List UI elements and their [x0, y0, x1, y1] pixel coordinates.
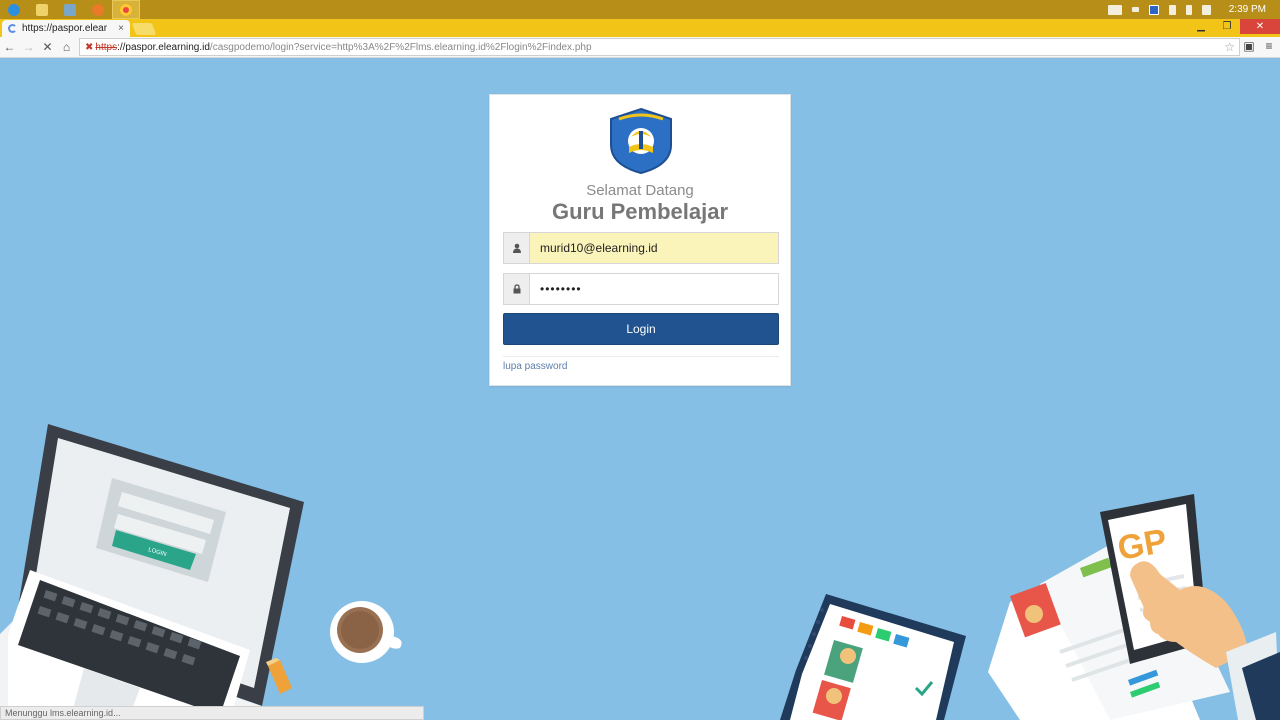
tab-strip: https://paspor.elear × — [0, 19, 1280, 37]
window-controls: ▁ ❐ ✕ — [1188, 19, 1280, 34]
close-tab-icon[interactable]: × — [118, 23, 124, 34]
extension-icon[interactable]: ▣ — [1242, 39, 1256, 53]
welcome-text: Selamat Datang — [586, 182, 694, 199]
system-tray: 2:39 PM — [1107, 0, 1280, 19]
browser-tab[interactable]: https://paspor.elear × — [2, 20, 130, 37]
chevron-up-icon[interactable] — [1131, 7, 1139, 12]
password-group — [503, 273, 779, 305]
firefox-taskbar-icon[interactable] — [84, 0, 112, 19]
page-title: Guru Pembelajar — [551, 199, 729, 224]
ie-taskbar-icon[interactable] — [0, 0, 28, 19]
coffee-cup-illustration — [330, 601, 402, 663]
signal-icon[interactable] — [1201, 4, 1211, 15]
bookmark-star-icon[interactable]: ☆ — [1224, 40, 1235, 54]
loading-spinner-icon — [8, 24, 17, 33]
url-host: ://paspor.elearning.id — [117, 41, 210, 53]
pencil-illustration — [266, 658, 292, 694]
notebook-illustration — [780, 594, 966, 720]
media-taskbar-icon[interactable] — [56, 0, 84, 19]
tab-title: https://paspor.elear — [22, 23, 108, 34]
user-icon — [504, 233, 530, 263]
close-window-button[interactable]: ✕ — [1240, 19, 1280, 34]
status-bar: Menunggu lms.elearning.id... — [0, 706, 424, 720]
battery-icon[interactable] — [1185, 4, 1192, 15]
login-button[interactable]: Login — [503, 313, 779, 345]
maximize-button[interactable]: ❐ — [1214, 19, 1240, 34]
password-input[interactable] — [530, 274, 778, 304]
url-scheme: https — [95, 41, 118, 53]
lock-icon — [504, 274, 530, 304]
login-card: Selamat Datang Guru Pembelajar Login lup… — [489, 94, 791, 386]
keyboard-icon[interactable] — [1107, 4, 1122, 15]
windows-taskbar: 2:39 PM — [0, 0, 1280, 19]
minimize-button[interactable]: ▁ — [1188, 19, 1214, 34]
browser-toolbar: ← → ✕ ⌂ ✖ https://paspor.elearning.id/ca… — [0, 37, 1280, 58]
explorer-taskbar-icon[interactable] — [28, 0, 56, 19]
extension-buttons: ▣ ≡ — [1242, 39, 1276, 53]
username-input[interactable] — [530, 233, 778, 263]
username-group — [503, 232, 779, 264]
phone-illustration: GP — [988, 494, 1280, 720]
forgot-password-link[interactable]: lupa password — [503, 361, 567, 372]
chrome-taskbar-icon[interactable] — [112, 0, 140, 19]
divider — [503, 356, 779, 357]
forward-icon[interactable]: → — [19, 38, 38, 57]
stop-icon[interactable]: ✕ — [38, 38, 57, 57]
clock[interactable]: 2:39 PM — [1229, 4, 1266, 15]
app-tray-icon[interactable] — [1148, 4, 1159, 15]
address-bar[interactable]: ✖ https://paspor.elearning.id/casgpodemo… — [79, 38, 1240, 56]
back-icon[interactable]: ← — [0, 38, 19, 57]
kemdikbud-logo — [610, 107, 672, 175]
menu-icon[interactable]: ≡ — [1262, 39, 1276, 53]
url-path: /casgpodemo/login?service=http%3A%2F%2Fl… — [209, 41, 592, 53]
speaker-icon[interactable] — [1168, 4, 1176, 15]
insecure-lock-icon[interactable]: ✖ — [85, 42, 93, 53]
home-icon[interactable]: ⌂ — [57, 38, 76, 57]
new-tab-button[interactable] — [131, 23, 157, 35]
